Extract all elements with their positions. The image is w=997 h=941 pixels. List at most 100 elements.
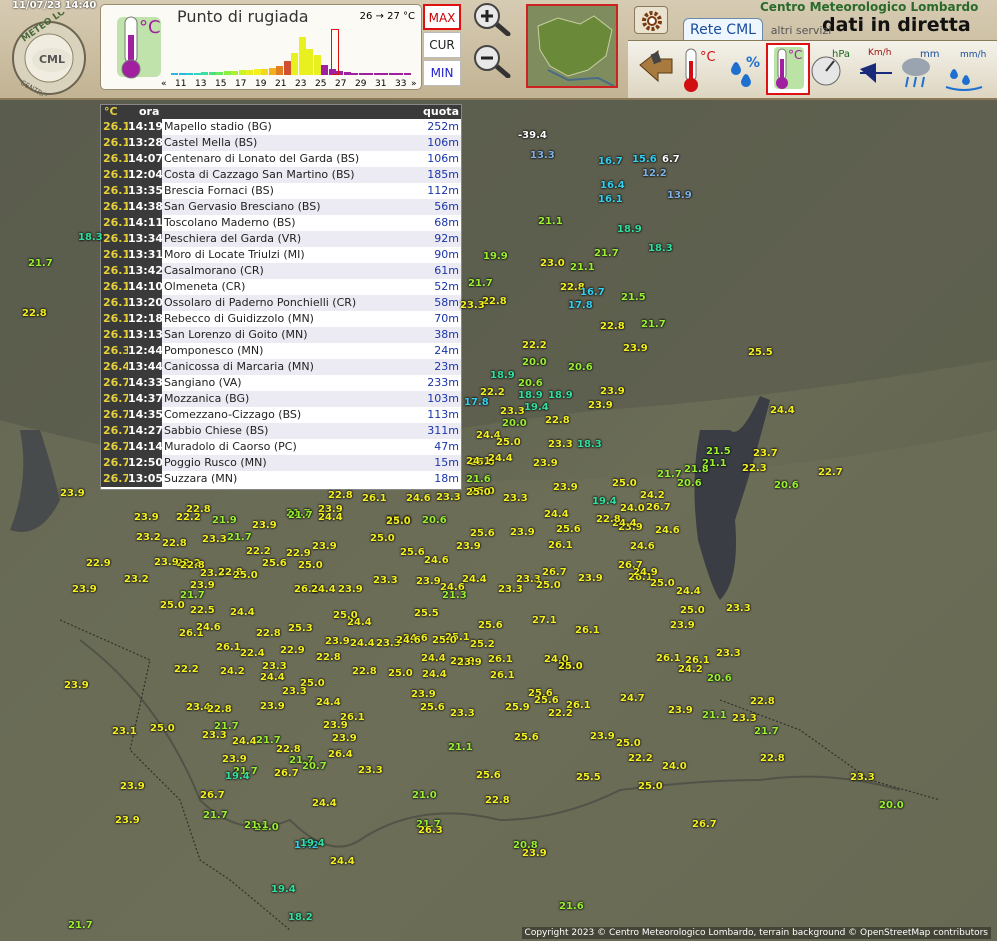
station-value[interactable]: 25.0 [466, 487, 491, 498]
station-value[interactable]: 26.1 [656, 653, 681, 664]
station-value[interactable]: 23.9 [222, 754, 247, 765]
station-value[interactable]: 25.0 [386, 516, 411, 527]
station-value[interactable]: 24.4 [232, 736, 257, 747]
rain-mm-icon[interactable]: mm [898, 43, 942, 95]
table-row[interactable]: 26.1 12:04 Costa di Cazzago San Martino (B… [101, 167, 461, 183]
wind-kmh-icon[interactable]: Km/h [854, 43, 898, 95]
station-value[interactable]: 22.5 [190, 605, 215, 616]
station-value[interactable]: 19.4 [524, 402, 549, 413]
station-value[interactable]: 18.2 [288, 912, 313, 923]
station-value[interactable]: 22.8 [207, 704, 232, 715]
overview-minimap[interactable] [526, 4, 618, 88]
station-value[interactable]: 25.0 [370, 533, 395, 544]
temperature-icon[interactable]: °C [678, 43, 722, 95]
station-value[interactable]: 20.6 [518, 378, 543, 389]
station-value[interactable]: 21.1 [538, 216, 563, 227]
station-value[interactable]: 19.9 [483, 251, 508, 262]
table-row[interactable]: 26.3 12:44 Pomponesco (MN) 24m [101, 343, 461, 359]
station-value[interactable]: 22.2 [628, 753, 653, 764]
settings-gear-icon[interactable] [634, 6, 668, 34]
histogram-prev-arrow[interactable]: « [161, 79, 167, 89]
table-row[interactable]: 26.1 14:11 Toscolano Maderno (BS) 68m [101, 215, 461, 231]
station-value[interactable]: 21.1 [244, 820, 269, 831]
station-value[interactable]: -39.4 [518, 130, 547, 141]
station-value[interactable]: 23.3 [436, 492, 461, 503]
station-value[interactable]: 22.8 [600, 321, 625, 332]
table-row[interactable]: 26.1 14:19 Mapello stadio (BG) 252m [101, 119, 461, 135]
station-value[interactable]: 23.9 [72, 584, 97, 595]
table-row[interactable]: 26.1 13:42 Casalmorano (CR) 61m [101, 263, 461, 279]
dewpoint-icon[interactable]: °C [766, 43, 810, 95]
station-value[interactable]: 25.0 [650, 578, 675, 589]
header-altitude[interactable]: quota [423, 105, 459, 118]
station-value[interactable]: 21.7 [641, 319, 666, 330]
station-value[interactable]: 24.6 [396, 635, 421, 646]
station-value[interactable]: 23.9 [332, 733, 357, 744]
station-value[interactable]: 24.6 [630, 541, 655, 552]
station-value[interactable]: 23.3 [498, 584, 523, 595]
pressure-hpa-icon[interactable]: hPa [810, 43, 854, 95]
station-value[interactable]: 24.6 [655, 525, 680, 536]
station-value[interactable]: 23.9 [154, 557, 179, 568]
table-row[interactable]: 26.1 13:31 Moro di Locate Triulzi (MI) 90m [101, 247, 461, 263]
station-value[interactable]: 23.9 [590, 731, 615, 742]
station-value[interactable]: 22.9 [286, 548, 311, 559]
station-value[interactable]: 23.9 [325, 636, 350, 647]
station-value[interactable]: 24.4 [462, 574, 487, 585]
station-value[interactable]: 21.7 [28, 258, 53, 269]
station-value[interactable]: 26.1 [362, 493, 387, 504]
station-value[interactable]: 22.8 [485, 795, 510, 806]
station-value[interactable]: 21.7 [288, 510, 313, 521]
table-row[interactable]: 26.1 14:38 San Gervasio Bresciano (BS) 56m [101, 199, 461, 215]
min-button[interactable]: MIN [423, 60, 461, 86]
station-value[interactable]: 21.8 [684, 464, 709, 475]
station-value[interactable]: 23.9 [457, 657, 482, 668]
zoom-in-icon[interactable] [472, 2, 512, 37]
station-value[interactable]: 12.2 [642, 168, 667, 179]
station-value[interactable]: 22.8 [545, 415, 570, 426]
station-value[interactable]: 25.0 [616, 738, 641, 749]
station-value[interactable]: 23.3 [548, 439, 573, 450]
station-value[interactable]: 19.4 [225, 771, 250, 782]
station-value[interactable]: 21.1 [702, 710, 727, 721]
station-value[interactable]: 23.9 [260, 701, 285, 712]
station-value[interactable]: 23.9 [510, 527, 535, 538]
station-value[interactable]: 23.3 [726, 603, 751, 614]
station-value[interactable]: 23.3 [503, 493, 528, 504]
station-value[interactable]: 22.8 [352, 666, 377, 677]
station-value[interactable]: 21.7 [68, 920, 93, 931]
station-value[interactable]: 22.8 [328, 490, 353, 501]
station-value[interactable]: 20.6 [422, 515, 447, 526]
station-value[interactable]: 18.9 [617, 224, 642, 235]
station-value[interactable]: 22.2 [522, 340, 547, 351]
station-value[interactable]: 16.1 [598, 194, 623, 205]
station-value[interactable]: 23.2 [124, 574, 149, 585]
station-value[interactable]: 16.4 [600, 180, 625, 191]
station-value[interactable]: 22.8 [256, 628, 281, 639]
station-value[interactable]: 25.6 [556, 524, 581, 535]
tab-rete-cml[interactable]: Rete CML [683, 18, 763, 40]
station-value[interactable]: 18.9 [548, 390, 573, 401]
station-value[interactable]: 22.4 [240, 648, 265, 659]
station-value[interactable]: 23.3 [460, 300, 485, 311]
station-value[interactable]: 25.2 [470, 639, 495, 650]
station-value[interactable]: 23.9 [64, 680, 89, 691]
station-value[interactable]: 25.6 [514, 732, 539, 743]
station-value[interactable]: 23.9 [416, 576, 441, 587]
table-row[interactable]: 26.7 12:50 Poggio Rusco (MN) 15m [101, 455, 461, 471]
station-value[interactable]: 24.4 [488, 453, 513, 464]
station-value[interactable]: 24.4 [350, 638, 375, 649]
station-value[interactable]: 24.9 [633, 567, 658, 578]
station-value[interactable]: 22.8 [596, 514, 621, 525]
station-value[interactable]: 25.6 [420, 702, 445, 713]
station-value[interactable]: 23.3 [850, 772, 875, 783]
station-value[interactable]: 25.3 [288, 623, 313, 634]
station-value[interactable]: 23.3 [450, 708, 475, 719]
station-value[interactable]: 6.7 [662, 154, 680, 165]
station-value[interactable]: 27.1 [532, 615, 557, 626]
station-value[interactable]: 24.6 [196, 622, 221, 633]
station-value[interactable]: 24.6 [406, 493, 431, 504]
station-value[interactable]: 21.1 [448, 742, 473, 753]
station-value[interactable]: 21.6 [466, 474, 491, 485]
station-value[interactable]: 26.7 [200, 790, 225, 801]
